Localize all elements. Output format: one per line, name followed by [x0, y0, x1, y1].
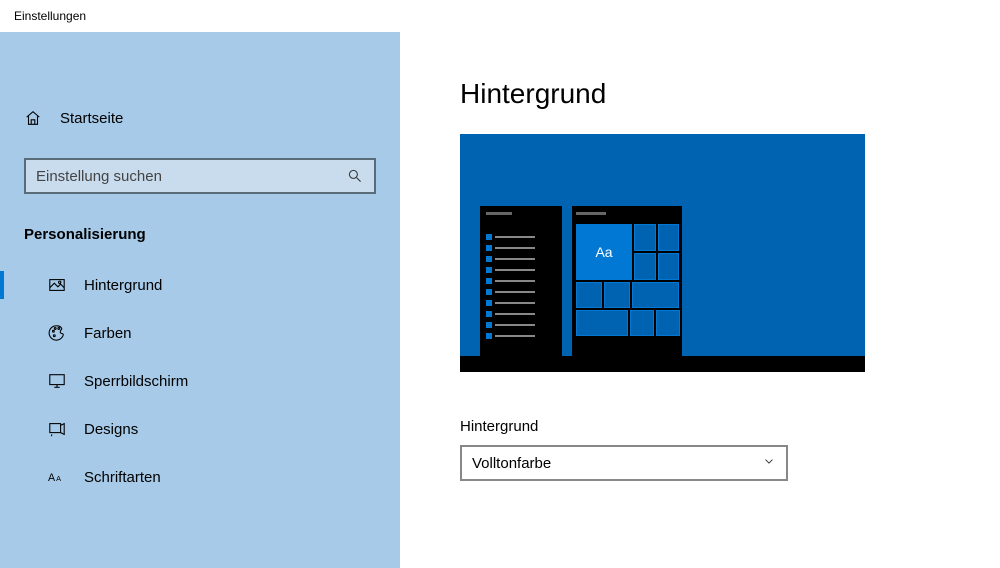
nav-item-hintergrund[interactable]: Hintergrund: [0, 261, 400, 309]
nav-item-label: Farben: [84, 325, 132, 342]
search-input[interactable]: [36, 168, 346, 185]
preview-sample-text: Aa: [576, 224, 632, 280]
palette-icon: [48, 324, 66, 342]
background-dropdown[interactable]: Volltonfarbe: [460, 445, 788, 481]
page-title: Hintergrund: [460, 78, 1000, 110]
nav-item-label: Sperrbildschirm: [84, 373, 188, 390]
nav-item-label: Hintergrund: [84, 277, 162, 294]
sidebar: Startseite Personalisierung Hintergrund: [0, 32, 400, 568]
chevron-down-icon: [762, 454, 776, 472]
nav-item-sperrbildschirm[interactable]: Sperrbildschirm: [0, 357, 400, 405]
search-box[interactable]: [24, 158, 376, 194]
window-title: Einstellungen: [14, 9, 86, 23]
nav-item-label: Schriftarten: [84, 469, 161, 486]
search-icon: [346, 167, 364, 185]
themes-icon: [48, 420, 66, 438]
nav-item-label: Designs: [84, 421, 138, 438]
sidebar-section-label: Personalisierung: [0, 214, 400, 261]
dropdown-value: Volltonfarbe: [472, 455, 551, 472]
preview-tiles: Aa: [572, 206, 682, 356]
home-icon: [24, 109, 42, 127]
nav-item-schriftarten[interactable]: AA Schriftarten: [0, 453, 400, 501]
nav-item-farben[interactable]: Farben: [0, 309, 400, 357]
fonts-icon: AA: [48, 468, 66, 486]
desktop-preview: Aa: [460, 134, 865, 372]
svg-text:A: A: [56, 474, 61, 483]
window-titlebar: Einstellungen: [0, 0, 1000, 32]
picture-icon: [48, 276, 66, 294]
lockscreen-icon: [48, 372, 66, 390]
preview-taskbar: [460, 356, 865, 372]
background-field-label: Hintergrund: [460, 418, 1000, 435]
nav-home[interactable]: Startseite: [0, 94, 400, 142]
nav-home-label: Startseite: [60, 110, 123, 127]
preview-start-menu: [480, 206, 562, 356]
svg-text:A: A: [48, 472, 56, 484]
nav-item-designs[interactable]: Designs: [0, 405, 400, 453]
main-content: Hintergrund Aa: [400, 32, 1000, 568]
